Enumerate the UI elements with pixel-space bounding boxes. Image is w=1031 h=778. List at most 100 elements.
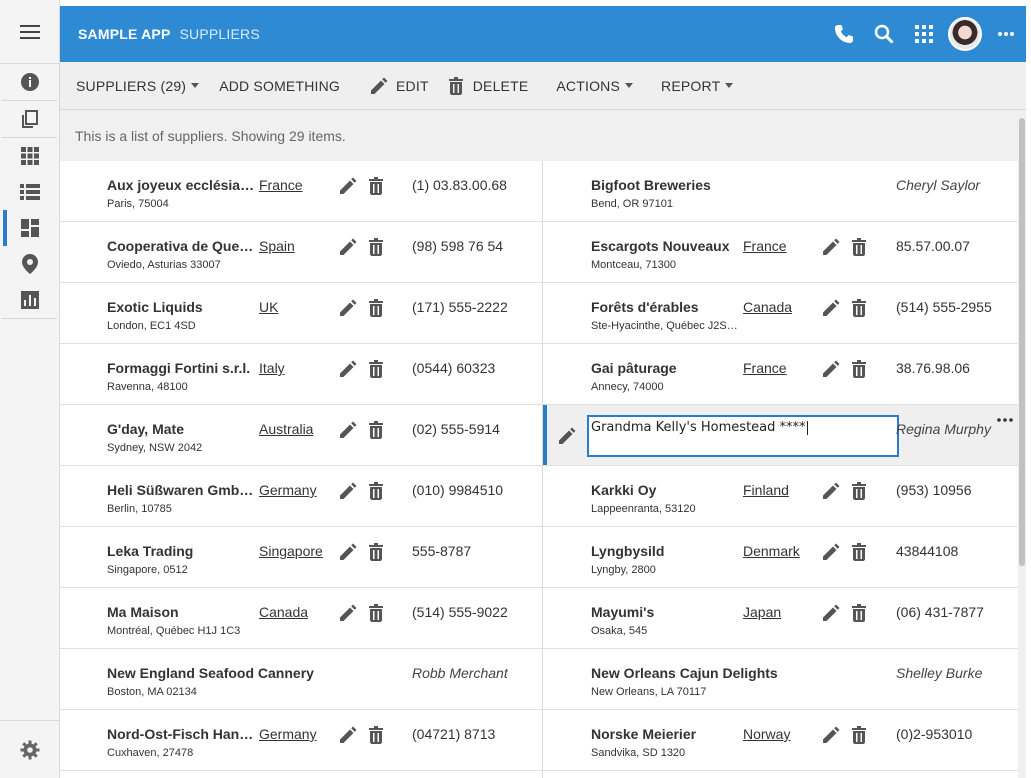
scrollbar-thumb[interactable] xyxy=(1019,118,1025,566)
sidebar-item-copy[interactable] xyxy=(0,101,59,137)
supplier-row[interactable]: Lyngbysild Lyngby, 2800 Denmark 43844108 xyxy=(543,527,1018,588)
phone-number: (514) 555-9022 xyxy=(412,604,508,620)
row-edit-button[interactable] xyxy=(337,297,359,319)
supplier-row[interactable]: Mayumi's Osaka, 545 Japan (06) 431-7877 xyxy=(543,588,1018,649)
supplier-row[interactable]: Forêts d'érables Ste-Hyacinthe, Québec J2… xyxy=(543,283,1018,344)
hamburger-menu-button[interactable] xyxy=(0,0,59,64)
row-edit-button[interactable] xyxy=(820,724,842,746)
country-link[interactable]: France xyxy=(259,177,303,193)
country-link[interactable]: Canada xyxy=(743,299,792,315)
row-edit-button[interactable] xyxy=(820,297,842,319)
row-delete-button[interactable] xyxy=(848,541,870,563)
supplier-row[interactable]: Formaggi Fortini s.r.l. Ravenna, 48100 Ita… xyxy=(60,344,542,405)
country-link[interactable]: Italy xyxy=(259,360,285,376)
country-link[interactable]: Finland xyxy=(743,482,789,498)
row-edit-button[interactable] xyxy=(820,236,842,258)
row-edit-button[interactable] xyxy=(337,541,359,563)
report-dropdown[interactable]: REPORT xyxy=(653,62,741,110)
phone-button[interactable] xyxy=(824,14,864,54)
sidebar-item-chart[interactable] xyxy=(0,282,59,318)
row-delete-button[interactable] xyxy=(365,602,387,624)
row-delete-button[interactable] xyxy=(848,358,870,380)
edit-button[interactable]: EDIT xyxy=(362,62,437,110)
trash-icon xyxy=(852,360,866,378)
supplier-row[interactable]: Grandma Kelly's Homestead **** Regina Mur… xyxy=(543,405,1018,466)
supplier-row[interactable]: Leka Trading Singapore, 0512 Singapore 555-… xyxy=(60,527,542,588)
add-something-button[interactable]: ADD SOMETHING xyxy=(211,62,348,110)
row-edit-button[interactable] xyxy=(337,602,359,624)
delete-button[interactable]: DELETE xyxy=(441,62,537,110)
supplier-row[interactable]: Heli Süßwaren GmbH & Co. KG Berlin, 10785… xyxy=(60,466,542,527)
sidebar-item-list[interactable] xyxy=(0,174,59,210)
row-delete-button[interactable] xyxy=(848,297,870,319)
row-edit-button[interactable] xyxy=(820,480,842,502)
supplier-row[interactable]: Gai pâturage Annecy, 74000 France 38.76.98.… xyxy=(543,344,1018,405)
country-link[interactable]: Canada xyxy=(259,604,308,620)
row-delete-button[interactable] xyxy=(848,480,870,502)
country-link[interactable]: France xyxy=(743,360,787,376)
country-link[interactable]: Spain xyxy=(259,238,295,254)
supplier-row[interactable]: Norske Meierier Sandvika, SD 1320 Norway (0… xyxy=(543,710,1018,771)
row-edit-button[interactable] xyxy=(556,425,578,447)
row-edit-button[interactable] xyxy=(337,236,359,258)
apps-button[interactable] xyxy=(904,14,944,54)
row-edit-button[interactable] xyxy=(820,602,842,624)
country-link[interactable]: France xyxy=(743,238,787,254)
more-icon xyxy=(997,418,1013,422)
country-link[interactable]: Germany xyxy=(259,726,317,742)
suppliers-dropdown[interactable]: SUPPLIERS (29) xyxy=(60,62,207,110)
supplier-row[interactable]: Bigfoot Breweries Bend, OR 97101 Cheryl Sa… xyxy=(543,161,1018,222)
search-button[interactable] xyxy=(864,14,904,54)
row-delete-button[interactable] xyxy=(365,724,387,746)
row-edit-button[interactable] xyxy=(337,358,359,380)
row-edit-button[interactable] xyxy=(820,541,842,563)
row-delete-button[interactable] xyxy=(365,175,387,197)
supplier-name: Gai pâturage xyxy=(591,360,677,376)
sidebar-item-map[interactable] xyxy=(0,246,59,282)
row-more-button[interactable] xyxy=(995,413,1015,427)
supplier-row[interactable]: Exotic Liquids London, EC1 4SD UK (171) 555… xyxy=(60,283,542,344)
country-link[interactable]: UK xyxy=(259,299,278,315)
row-delete-button[interactable] xyxy=(365,480,387,502)
sidebar-item-info[interactable] xyxy=(0,64,59,100)
country-link[interactable]: Singapore xyxy=(259,543,323,559)
pencil-icon xyxy=(340,421,357,438)
supplier-row[interactable]: G'day, Mate Sydney, NSW 2042 Australia (02)… xyxy=(60,405,542,466)
country-link[interactable]: Norway xyxy=(743,726,790,742)
pencil-icon xyxy=(340,360,357,377)
supplier-row[interactable]: Escargots Nouveaux Montceau, 71300 France 8… xyxy=(543,222,1018,283)
supplier-row[interactable]: Karkki Oy Lappeenranta, 53120 Finland (953)… xyxy=(543,466,1018,527)
row-delete-button[interactable] xyxy=(365,358,387,380)
row-edit-button[interactable] xyxy=(820,358,842,380)
country-link[interactable]: Australia xyxy=(259,421,313,437)
supplier-row[interactable]: New Orleans Cajun Delights New Orleans, L… xyxy=(543,649,1018,710)
country-link[interactable]: Denmark xyxy=(743,543,800,559)
country-link[interactable]: Germany xyxy=(259,482,317,498)
header-more-button[interactable] xyxy=(986,14,1026,54)
row-delete-button[interactable] xyxy=(365,419,387,441)
row-edit-button[interactable] xyxy=(337,724,359,746)
sidebar-item-tiles[interactable] xyxy=(0,210,59,246)
supplier-row[interactable]: New England Seafood Cannery Boston, MA 02… xyxy=(60,649,542,710)
avatar[interactable] xyxy=(948,17,982,51)
row-delete-button[interactable] xyxy=(365,297,387,319)
app-header: SAMPLE APP SUPPLIERS xyxy=(60,6,1026,62)
supplier-row[interactable]: Aux joyeux ecclésiastiques Paris, 75004 Fr… xyxy=(60,161,542,222)
sidebar-item-grid[interactable] xyxy=(0,138,59,174)
gear-icon xyxy=(20,740,40,759)
supplier-row[interactable]: Cooperativa de Quesos 'Las Cabras' Oviedo… xyxy=(60,222,542,283)
row-delete-button[interactable] xyxy=(365,236,387,258)
row-edit-button[interactable] xyxy=(337,175,359,197)
row-delete-button[interactable] xyxy=(848,236,870,258)
row-delete-button[interactable] xyxy=(365,541,387,563)
supplier-row[interactable]: Nord-Ost-Fisch Handelsgesellschaft mbH Cu… xyxy=(60,710,542,771)
row-edit-button[interactable] xyxy=(337,480,359,502)
row-delete-button[interactable] xyxy=(848,724,870,746)
actions-dropdown[interactable]: ACTIONS xyxy=(548,62,641,110)
row-edit-button[interactable] xyxy=(337,419,359,441)
country-link[interactable]: Japan xyxy=(743,604,781,620)
row-delete-button[interactable] xyxy=(848,602,870,624)
supplier-row[interactable]: Ma Maison Montréal, Québec H1J 1C3 Canada (… xyxy=(60,588,542,649)
settings-button[interactable] xyxy=(0,720,60,778)
supplier-name-input[interactable]: Grandma Kelly's Homestead **** xyxy=(587,415,899,457)
